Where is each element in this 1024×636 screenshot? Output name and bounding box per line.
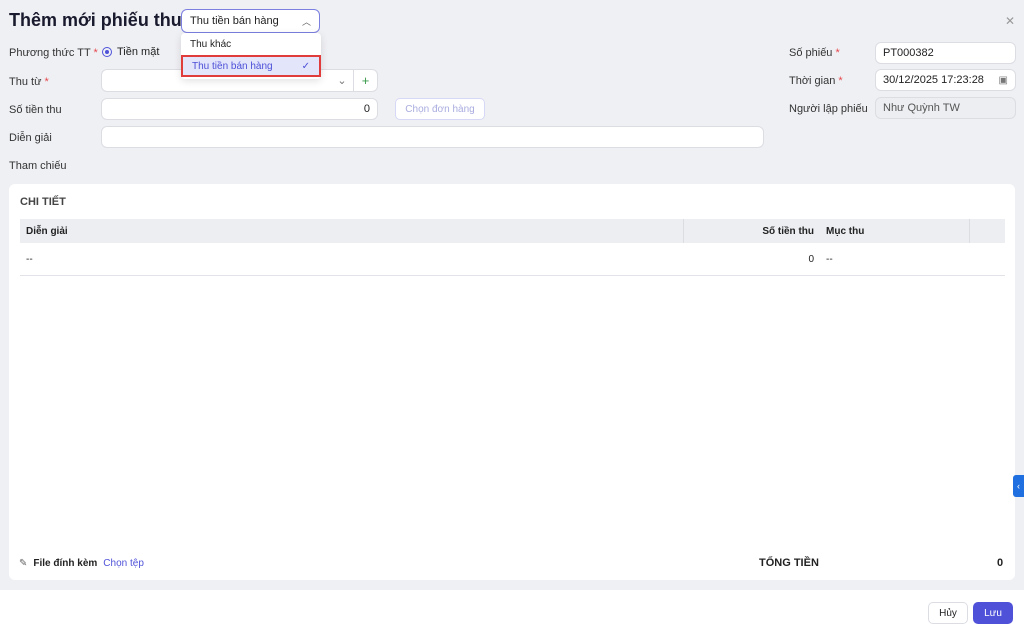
page-title: Thêm mới phiếu thu	[9, 10, 182, 30]
reference-label: Tham chiếu	[9, 160, 67, 172]
col-amount: Số tiền thu	[762, 225, 814, 237]
desc-label: Diễn giải	[9, 132, 52, 144]
type-select-value: Thu tiền bán hàng	[190, 15, 279, 27]
save-button[interactable]: Lưu	[973, 602, 1013, 624]
col-category: Mục thu	[820, 219, 970, 243]
side-collapse-tab[interactable]: ‹	[1013, 475, 1024, 497]
cancel-button[interactable]: Hủy	[928, 602, 968, 624]
cell-category: --	[826, 253, 833, 265]
cell-desc: --	[26, 253, 33, 265]
paperclip-icon: ✎	[19, 558, 28, 569]
footer: Hủy Lưu	[0, 590, 1024, 636]
amount-input[interactable]: 0	[101, 98, 378, 120]
col-desc: Diễn giải	[20, 219, 684, 243]
type-dropdown: Thu khác Thu tiền bán hàng ✓	[181, 33, 321, 79]
type-select[interactable]: Thu tiền bán hàng ︿	[181, 9, 320, 33]
total-label: TỔNG TIỀN	[759, 557, 819, 569]
choose-file-link[interactable]: Chọn tệp	[103, 558, 144, 569]
add-icon[interactable]: +	[353, 70, 377, 91]
receipt-no-input[interactable]: PT000382	[875, 42, 1016, 64]
chevron-up-icon: ︿	[301, 16, 311, 27]
desc-input[interactable]	[101, 126, 764, 148]
calendar-icon: ▣	[998, 74, 1008, 86]
time-label: Thời gian *	[789, 75, 843, 87]
table-header: Diễn giải Số tiền thu Mục thu	[20, 219, 1005, 243]
payment-method-label: Phương thức TT *	[9, 47, 98, 59]
option-sales[interactable]: Thu tiền bán hàng ✓	[181, 55, 321, 77]
choose-order-button[interactable]: Chọn đơn hàng	[395, 98, 485, 120]
detail-panel: CHI TIẾT Diễn giải Số tiền thu Mục thu -…	[9, 184, 1015, 580]
creator-label: Người lập phiếu	[789, 103, 868, 115]
option-other[interactable]: Thu khác	[181, 33, 321, 55]
from-label: Thu từ *	[9, 76, 49, 88]
receipt-no-label: Số phiếu *	[789, 47, 840, 59]
detail-title: CHI TIẾT	[20, 196, 66, 208]
payment-radio-cash[interactable]: Tiền mặt	[102, 46, 159, 58]
attach-label: File đính kèm	[33, 558, 98, 569]
creator-input: Như Quỳnh TW	[875, 97, 1016, 119]
amount-label: Số tiền thu	[9, 104, 62, 116]
table-row[interactable]: -- 0 --	[20, 243, 1005, 276]
total-value: 0	[997, 557, 1004, 569]
chevron-down-icon: ⌄	[337, 75, 347, 87]
time-input[interactable]: 30/12/2025 17:23:28 ▣	[875, 69, 1016, 91]
close-icon[interactable]: ✕	[1005, 14, 1015, 28]
cell-amount: 0	[808, 253, 814, 265]
check-icon: ✓	[301, 60, 310, 72]
radio-icon	[102, 47, 112, 57]
